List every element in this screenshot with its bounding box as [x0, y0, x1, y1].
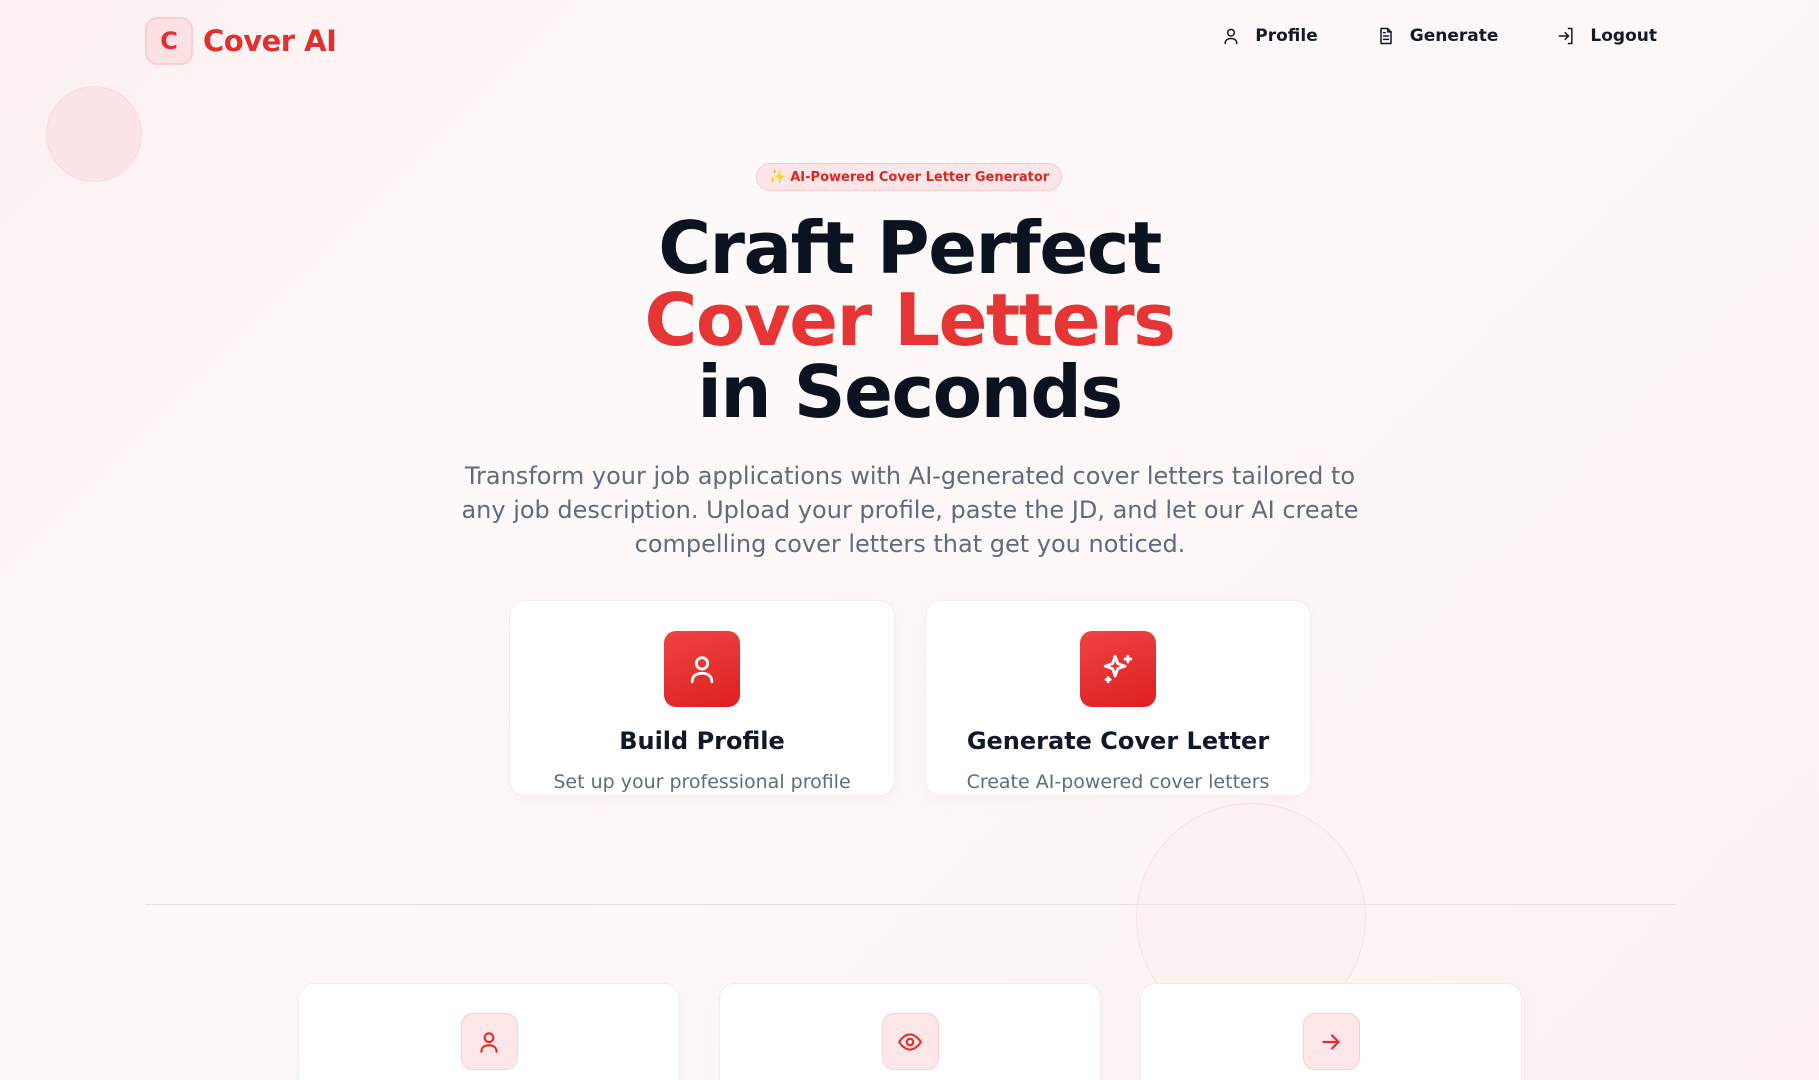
nav-logout-label: Logout: [1590, 26, 1657, 46]
hero-subtitle: Transform your job applications with AI-…: [461, 462, 1359, 558]
sparkle-icon: ✨: [768, 169, 787, 185]
arrow-right-icon: [1322, 1033, 1340, 1050]
logo-mark: C: [145, 17, 193, 65]
feature-card: [298, 983, 680, 1080]
feature-card: [719, 983, 1101, 1080]
feature-card: [1140, 983, 1522, 1080]
hero-title-line-1: Craft Perfect: [658, 206, 1162, 290]
logout-icon: [1558, 27, 1573, 45]
document-icon: [1380, 27, 1392, 45]
card-description: Create AI-powered cover letters: [966, 771, 1270, 793]
eye-icon: [898, 1032, 922, 1051]
card-title: Build Profile: [619, 727, 785, 755]
hero-title-line-3: in Seconds: [697, 350, 1123, 434]
feature-icon-box: [881, 1013, 939, 1070]
build-profile-card[interactable]: Build Profile Set up your professional p…: [509, 600, 895, 796]
hero-title-line-2: Cover Letters: [644, 278, 1176, 362]
nav-generate-label: Generate: [1409, 26, 1499, 46]
hero-badge: ✨ AI-Powered Cover Letter Generator: [756, 163, 1062, 191]
generate-icon-box: [1080, 631, 1156, 707]
feature-icon-box: [460, 1013, 518, 1070]
feature-icon-box: [1302, 1013, 1360, 1070]
card-description: Set up your professional profile: [553, 771, 851, 793]
main-nav: Profile Generate Logout: [1221, 26, 1657, 46]
card-title: Generate Cover Letter: [966, 727, 1270, 755]
nav-profile[interactable]: Profile: [1221, 26, 1318, 46]
nav-profile-label: Profile: [1255, 26, 1318, 46]
user-icon: [1224, 28, 1238, 45]
user-icon: [690, 656, 714, 684]
logo[interactable]: C Cover AI: [145, 17, 337, 65]
user-icon: [480, 1031, 498, 1053]
hero-badge-label: AI-Powered Cover Letter Generator: [790, 169, 1050, 185]
logo-text: Cover AI: [203, 24, 337, 58]
nav-generate[interactable]: Generate: [1376, 26, 1499, 46]
build-profile-icon-box: [664, 631, 740, 707]
navbar: C Cover AI Profile Generate Logout: [0, 0, 1819, 82]
section-divider: [145, 904, 1675, 905]
decorative-circle: [46, 86, 142, 182]
nav-logout[interactable]: Logout: [1556, 26, 1657, 46]
hero-title: Craft Perfect Cover Letters in Seconds: [0, 212, 1819, 428]
sparkles-icon: [1103, 654, 1133, 684]
generate-cover-letter-card[interactable]: Generate Cover Letter Create AI-powered …: [925, 600, 1311, 796]
